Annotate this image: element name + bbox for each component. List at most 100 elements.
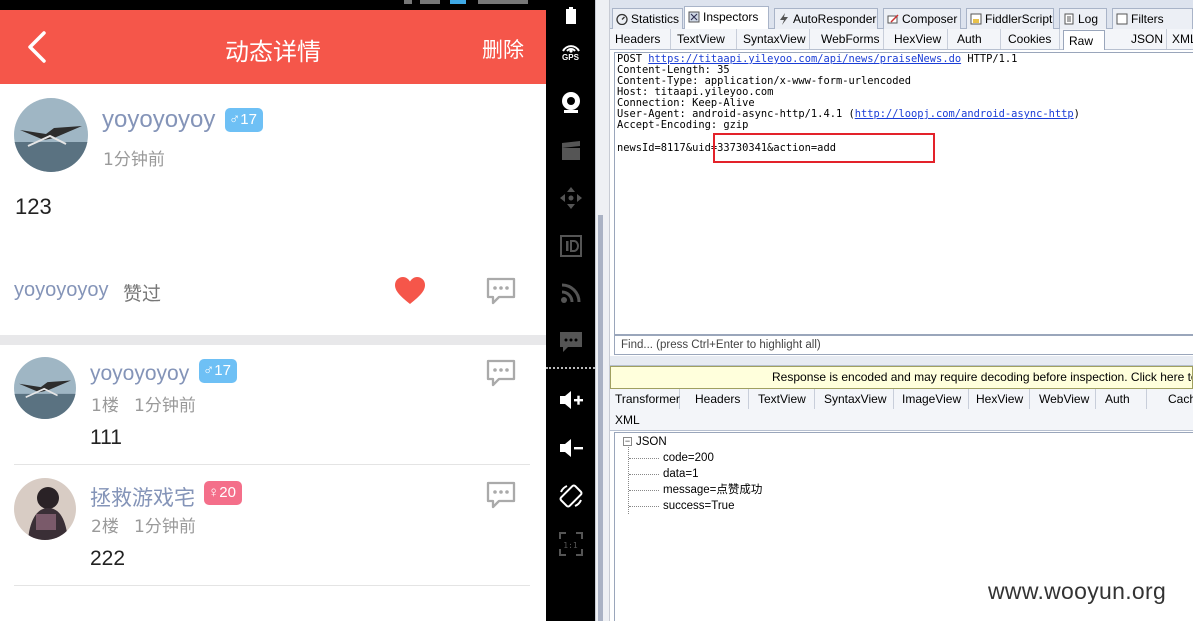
json-node-message[interactable]: message=点赞成功 (663, 482, 762, 498)
comment-floor: 1楼 (91, 396, 119, 416)
request-tab-raw[interactable]: Raw (1063, 30, 1105, 50)
comment-button[interactable] (486, 277, 516, 305)
rotate-icon (559, 484, 582, 507)
fiddler-window: Statistics Inspectors AutoResponder Comp… (610, 0, 1193, 621)
raw-request-headers: POST https://titaapi.yileyoo.com/api/new… (617, 54, 1080, 131)
find-input[interactable]: Find... (press Ctrl+Enter to highlight a… (614, 335, 1193, 355)
comment-divider (14, 585, 530, 586)
request-tab-textview[interactable]: TextView (672, 29, 737, 49)
post-content: 123 (15, 194, 52, 219)
request-tab-hexview[interactable]: HexView (889, 29, 948, 49)
dpad-button[interactable] (555, 182, 586, 213)
back-arrow-icon (28, 31, 46, 63)
response-tab-headers[interactable]: Headers (690, 389, 749, 409)
comment-icon (486, 359, 516, 387)
request-tab-xml[interactable]: XML (1167, 29, 1193, 49)
comment-time: 1分钟前 (134, 396, 196, 416)
post-time: 1分钟前 (103, 150, 165, 170)
liker-username[interactable]: yoyoyoyoy (14, 279, 109, 302)
delete-button[interactable]: 删除 (482, 34, 524, 64)
response-splitter[interactable] (610, 356, 1193, 366)
pencil-icon (887, 14, 899, 24)
scale-label: 1:1 (563, 541, 578, 550)
response-tab-textview[interactable]: TextView (753, 389, 815, 409)
avatar[interactable] (14, 98, 88, 172)
response-tab-webview[interactable]: WebView (1034, 389, 1096, 409)
tab-autoresponder[interactable]: AutoResponder (774, 8, 878, 29)
volume-up-button[interactable] (555, 384, 586, 415)
network-button[interactable] (555, 277, 586, 308)
request-tab-headers[interactable]: Headers (610, 29, 671, 49)
device-id-button[interactable] (555, 230, 586, 261)
raw-request-view[interactable]: POST https://titaapi.yileyoo.com/api/new… (614, 52, 1193, 335)
header-accept-encoding: Accept-Encoding: gzip (617, 119, 749, 131)
like-button[interactable] (394, 276, 426, 306)
tab-filters[interactable]: Filters (1112, 8, 1193, 29)
response-tab-imageview[interactable]: ImageView (897, 389, 969, 409)
post-username[interactable]: yoyoyoyoy (102, 106, 215, 134)
avatar-flamingo-image (14, 357, 76, 419)
back-button[interactable] (22, 30, 54, 64)
dpad-icon (559, 186, 582, 209)
checkbox-icon (1116, 13, 1128, 25)
comment-content: 111 (90, 426, 122, 449)
request-tab-cookies[interactable]: Cookies (1003, 29, 1060, 49)
splitter-scrollbar[interactable] (598, 215, 603, 621)
comment-content: 222 (90, 547, 126, 570)
camera-button[interactable] (555, 86, 586, 117)
json-node-data[interactable]: data=1 (663, 466, 699, 482)
json-node-success[interactable]: success=True (663, 498, 734, 514)
watermark: www.wooyun.org (988, 578, 1167, 604)
message-icon (559, 331, 582, 352)
request-tab-json[interactable]: JSON (1126, 29, 1167, 49)
script-icon (970, 13, 982, 25)
emulator-toolbar: GPS 1:1 (546, 0, 595, 621)
comment-icon (486, 481, 516, 509)
gender-age-badge: ♂17 (225, 108, 263, 132)
tree-connector (629, 474, 659, 475)
user-agent-link[interactable]: http://loopj.com/android-async-http (855, 108, 1074, 120)
response-tab-auth[interactable]: Auth (1100, 389, 1147, 409)
panel-splitter[interactable] (595, 0, 610, 621)
reply-button[interactable] (486, 359, 516, 387)
log-icon (1064, 13, 1074, 25)
tab-log[interactable]: Log (1059, 8, 1107, 29)
comment-username[interactable]: yoyoyoyoy (90, 362, 189, 386)
battery-button[interactable] (555, 0, 586, 31)
comment-avatar[interactable] (14, 478, 76, 540)
tree-connector (629, 506, 659, 507)
request-tab-webforms[interactable]: WebForms (816, 29, 884, 49)
json-root-node[interactable]: − JSON (623, 434, 667, 450)
clapper-icon (561, 140, 580, 160)
tab-fiddlerscript[interactable]: FiddlerScript (966, 8, 1054, 29)
battery-icon (565, 6, 576, 24)
comment-username[interactable]: 拯救游戏宅 (90, 482, 195, 512)
volume-down-button[interactable] (555, 432, 586, 463)
request-tab-auth[interactable]: Auth (952, 29, 1001, 49)
liked-text: 赞过 (123, 283, 162, 305)
tab-composer[interactable]: Composer (883, 8, 961, 29)
reply-button[interactable] (486, 481, 516, 509)
tab-statistics[interactable]: Statistics (612, 8, 683, 29)
response-tab-transformer[interactable]: Transformer (610, 389, 680, 409)
rotate-button[interactable] (555, 480, 586, 511)
response-encoded-notice[interactable]: Response is encoded and may require deco… (610, 366, 1193, 389)
comment-avatar[interactable] (14, 357, 76, 419)
lightning-icon (780, 13, 788, 25)
comment-icon (486, 277, 516, 305)
camera-icon (561, 91, 580, 113)
tab-inspectors[interactable]: Inspectors (684, 6, 769, 30)
collapse-toggle-icon[interactable]: − (623, 437, 632, 447)
sms-button[interactable] (555, 326, 586, 357)
response-tab-syntaxview[interactable]: SyntaxView (819, 389, 894, 409)
request-tab-bar: Headers TextView SyntaxView WebForms Hex… (610, 29, 1193, 50)
response-tab-hexview[interactable]: HexView (971, 389, 1030, 409)
phone-screen: 动态详情 删除 yoyoyoyoy ♂17 1分钟前 123 yoyoyoyoy… (0, 0, 546, 621)
comment-time: 1分钟前 (134, 517, 196, 537)
response-tab-caching[interactable]: Caching (1163, 389, 1193, 409)
response-tab-xml[interactable]: XML (610, 410, 640, 430)
json-node-code[interactable]: code=200 (663, 450, 714, 466)
avatar-person-image (14, 478, 76, 540)
screen-record-button[interactable] (555, 135, 586, 166)
request-tab-syntaxview[interactable]: SyntaxView (738, 29, 810, 49)
